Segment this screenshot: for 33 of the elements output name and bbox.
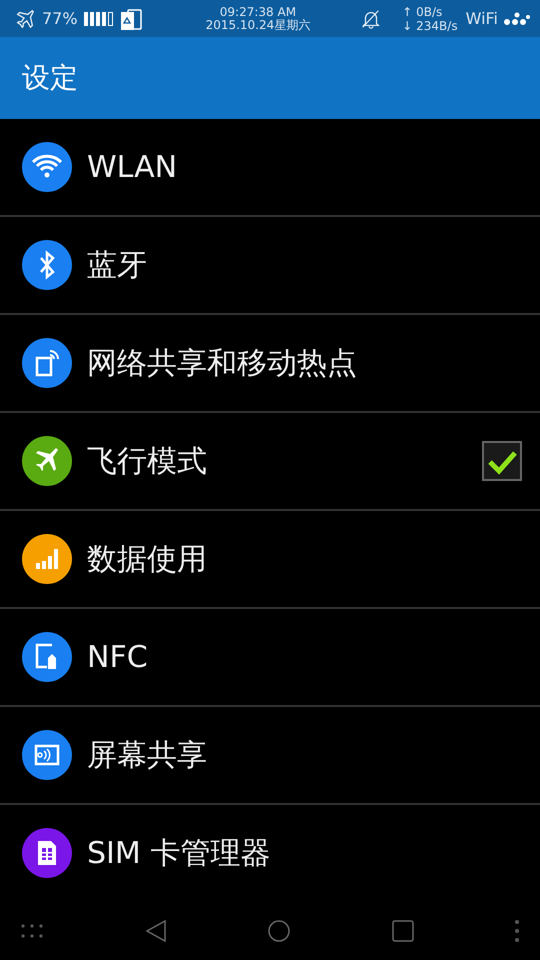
status-date: 2015.10.24星期六 <box>206 18 310 32</box>
settings-item[interactable]: 屏幕共享 <box>0 707 540 806</box>
download-speed: ↓ 234B/s <box>402 18 458 33</box>
more-icon[interactable] <box>514 918 520 943</box>
network-label: WiFi <box>466 9 498 28</box>
page-title: 设定 <box>22 60 78 96</box>
item-label: 网络共享和移动热点 <box>87 344 358 383</box>
back-icon[interactable] <box>144 918 166 943</box>
item-label: 数据使用 <box>87 540 208 579</box>
home-icon[interactable] <box>267 918 291 943</box>
checkbox[interactable] <box>482 441 522 482</box>
battery-percent: 77% <box>42 9 78 28</box>
item-label: 蓝牙 <box>87 246 148 285</box>
settings-item[interactable]: NFC <box>0 609 540 708</box>
settings-item[interactable]: 蓝牙 <box>0 217 540 316</box>
settings-item[interactable]: WLAN <box>0 119 540 218</box>
item-label: WLAN <box>87 150 178 185</box>
item-label: SIM 卡管理器 <box>87 834 272 873</box>
recent-apps-icon[interactable] <box>392 920 414 942</box>
settings-item[interactable]: 网络共享和移动热点 <box>0 315 540 414</box>
upload-speed: ↑ 0B/s <box>402 4 444 19</box>
signal-dots-icon <box>504 12 530 26</box>
item-label: 飞行模式 <box>87 442 208 481</box>
settings-item[interactable]: SIM 卡管理器 <box>0 805 540 902</box>
settings-item[interactable]: 数据使用 <box>0 511 540 610</box>
muted-bell-icon <box>360 8 382 30</box>
settings-item[interactable]: 飞行模式 <box>0 413 540 512</box>
grid-dots-icon[interactable] <box>20 922 44 940</box>
item-label: NFC <box>87 640 149 675</box>
status-time: 09:27:38 AM <box>220 6 296 19</box>
battery-icon <box>84 12 114 26</box>
item-label: 屏幕共享 <box>87 736 208 775</box>
airplane-icon <box>14 8 36 30</box>
